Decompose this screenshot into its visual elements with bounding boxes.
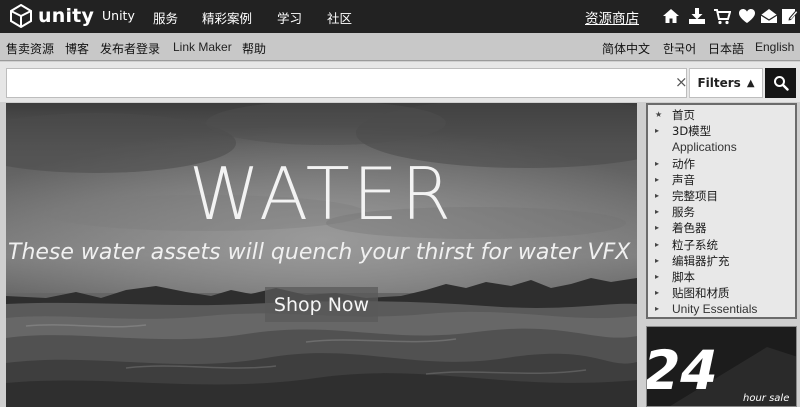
category-item[interactable]: ▸ 贴图和材质 <box>648 285 795 301</box>
category-item[interactable]: ▸ 3D模型 <box>648 123 795 139</box>
download-icon[interactable] <box>688 7 706 25</box>
category-label: 粒子系统 <box>672 237 718 252</box>
category-menu: ★ 首页 ▸ 3D模型 Applications ▸ 动作 ▸ 声音 ▸ 完整项目 ▸ 服务 ▸ 着色器 ▸ 粒… <box>646 103 797 319</box>
star-icon: ★ <box>655 110 663 119</box>
filters-label: Filters <box>697 76 741 90</box>
heart-icon[interactable] <box>738 7 756 25</box>
nav-item-showcase[interactable]: 精彩案例 <box>202 8 252 27</box>
caret-right-icon: ▸ <box>655 271 660 281</box>
filters-button[interactable]: Filters ▲ <box>689 68 763 98</box>
search-input[interactable] <box>6 68 687 98</box>
asset-store-link[interactable]: 资源商店 <box>585 7 639 27</box>
nav-item-learn[interactable]: 学习 <box>277 8 302 27</box>
hero-subtitle: These water assets will quench your thir… <box>8 240 631 265</box>
mail-icon[interactable] <box>760 7 778 25</box>
caret-right-icon: ▸ <box>655 304 660 314</box>
category-item[interactable]: ▸ 动作 <box>648 156 795 172</box>
sale-banner[interactable]: 24 hour sale <box>646 326 797 407</box>
sale-banner-graphic: 24 hour sale <box>647 327 796 406</box>
category-list: ★ 首页 ▸ 3D模型 Applications ▸ 动作 ▸ 声音 ▸ 完整项目 ▸ 服务 ▸ 着色器 ▸ 粒… <box>648 105 795 317</box>
category-label: 脚本 <box>672 269 695 284</box>
sell-assets-link[interactable]: 售卖资源 <box>6 40 54 57</box>
top-navigation-bar: unity Unity 服务 精彩案例 学习 社区 资源商店 <box>0 0 800 33</box>
secondary-navigation-bar: 售卖资源 博客 发布者登录 Link Maker 帮助 简体中文 한국어 日本語… <box>0 33 800 61</box>
home-icon[interactable] <box>662 7 680 25</box>
clear-search-icon[interactable]: × <box>675 74 688 90</box>
search-bar: × Filters ▲ <box>0 62 800 102</box>
brand-name: unity <box>38 5 95 27</box>
category-label: 动作 <box>672 156 695 171</box>
category-label: 首页 <box>672 108 695 122</box>
unity-logo[interactable]: unity <box>9 4 94 28</box>
language-japanese[interactable]: 日本語 <box>708 40 744 57</box>
category-item[interactable]: ▸ 脚本 <box>648 269 795 285</box>
category-item[interactable]: ★ 首页 <box>648 107 795 123</box>
category-label: Unity Essentials <box>672 302 758 317</box>
category-label: Applications <box>672 140 737 155</box>
category-label: 编辑器扩充 <box>672 253 730 268</box>
category-item[interactable]: ▸ 粒子系统 <box>648 237 795 253</box>
caret-right-icon: ▸ <box>655 255 660 265</box>
category-label: 服务 <box>672 205 695 220</box>
category-item[interactable]: Applications <box>648 139 795 155</box>
category-label: 着色器 <box>672 221 707 236</box>
help-link[interactable]: 帮助 <box>242 40 266 57</box>
category-label: 贴图和材质 <box>672 286 730 301</box>
edit-icon[interactable] <box>781 7 799 25</box>
nav-item-services[interactable]: 服务 <box>153 8 178 27</box>
search-icon <box>773 76 789 91</box>
hero-title: WATER <box>188 152 455 236</box>
category-item[interactable]: ▸ 编辑器扩充 <box>648 253 795 269</box>
category-item[interactable]: ▸ 服务 <box>648 204 795 220</box>
publisher-login-link[interactable]: 发布者登录 <box>100 40 160 57</box>
category-item[interactable]: ▸ Unity Essentials <box>648 301 795 317</box>
shop-now-button[interactable]: Shop Now <box>265 287 378 322</box>
language-simplified-chinese[interactable]: 简体中文 <box>602 40 650 57</box>
language-english[interactable]: English <box>755 40 794 54</box>
category-label: 完整项目 <box>672 188 718 203</box>
caret-right-icon: ▸ <box>655 239 660 249</box>
caret-right-icon: ▸ <box>655 126 660 136</box>
cart-icon[interactable] <box>713 7 731 25</box>
caret-right-icon: ▸ <box>655 174 660 184</box>
caret-right-icon: ▸ <box>655 158 660 168</box>
category-item[interactable]: ▸ 着色器 <box>648 220 795 236</box>
category-label: 3D模型 <box>672 124 712 139</box>
blog-link[interactable]: 博客 <box>65 40 89 57</box>
nav-item-unity[interactable]: Unity <box>102 8 135 23</box>
category-item[interactable]: ▸ 声音 <box>648 172 795 188</box>
link-maker-link[interactable]: Link Maker <box>173 40 232 54</box>
unity-cube-icon <box>10 4 32 28</box>
caret-right-icon: ▸ <box>655 190 660 200</box>
caret-right-icon: ▸ <box>655 223 660 233</box>
category-item[interactable]: ▸ 完整项目 <box>648 188 795 204</box>
search-button[interactable] <box>765 68 796 98</box>
caret-right-icon: ▸ <box>655 207 660 217</box>
sale-caption: hour sale <box>743 393 789 404</box>
sale-number: 24 <box>647 339 725 402</box>
nav-item-community[interactable]: 社区 <box>327 8 352 27</box>
caret-up-icon: ▲ <box>746 77 755 89</box>
hero-banner[interactable]: WATER These water assets will quench you… <box>6 103 637 407</box>
category-label: 声音 <box>672 172 695 187</box>
language-korean[interactable]: 한국어 <box>663 40 696 57</box>
caret-right-icon: ▸ <box>655 288 660 298</box>
